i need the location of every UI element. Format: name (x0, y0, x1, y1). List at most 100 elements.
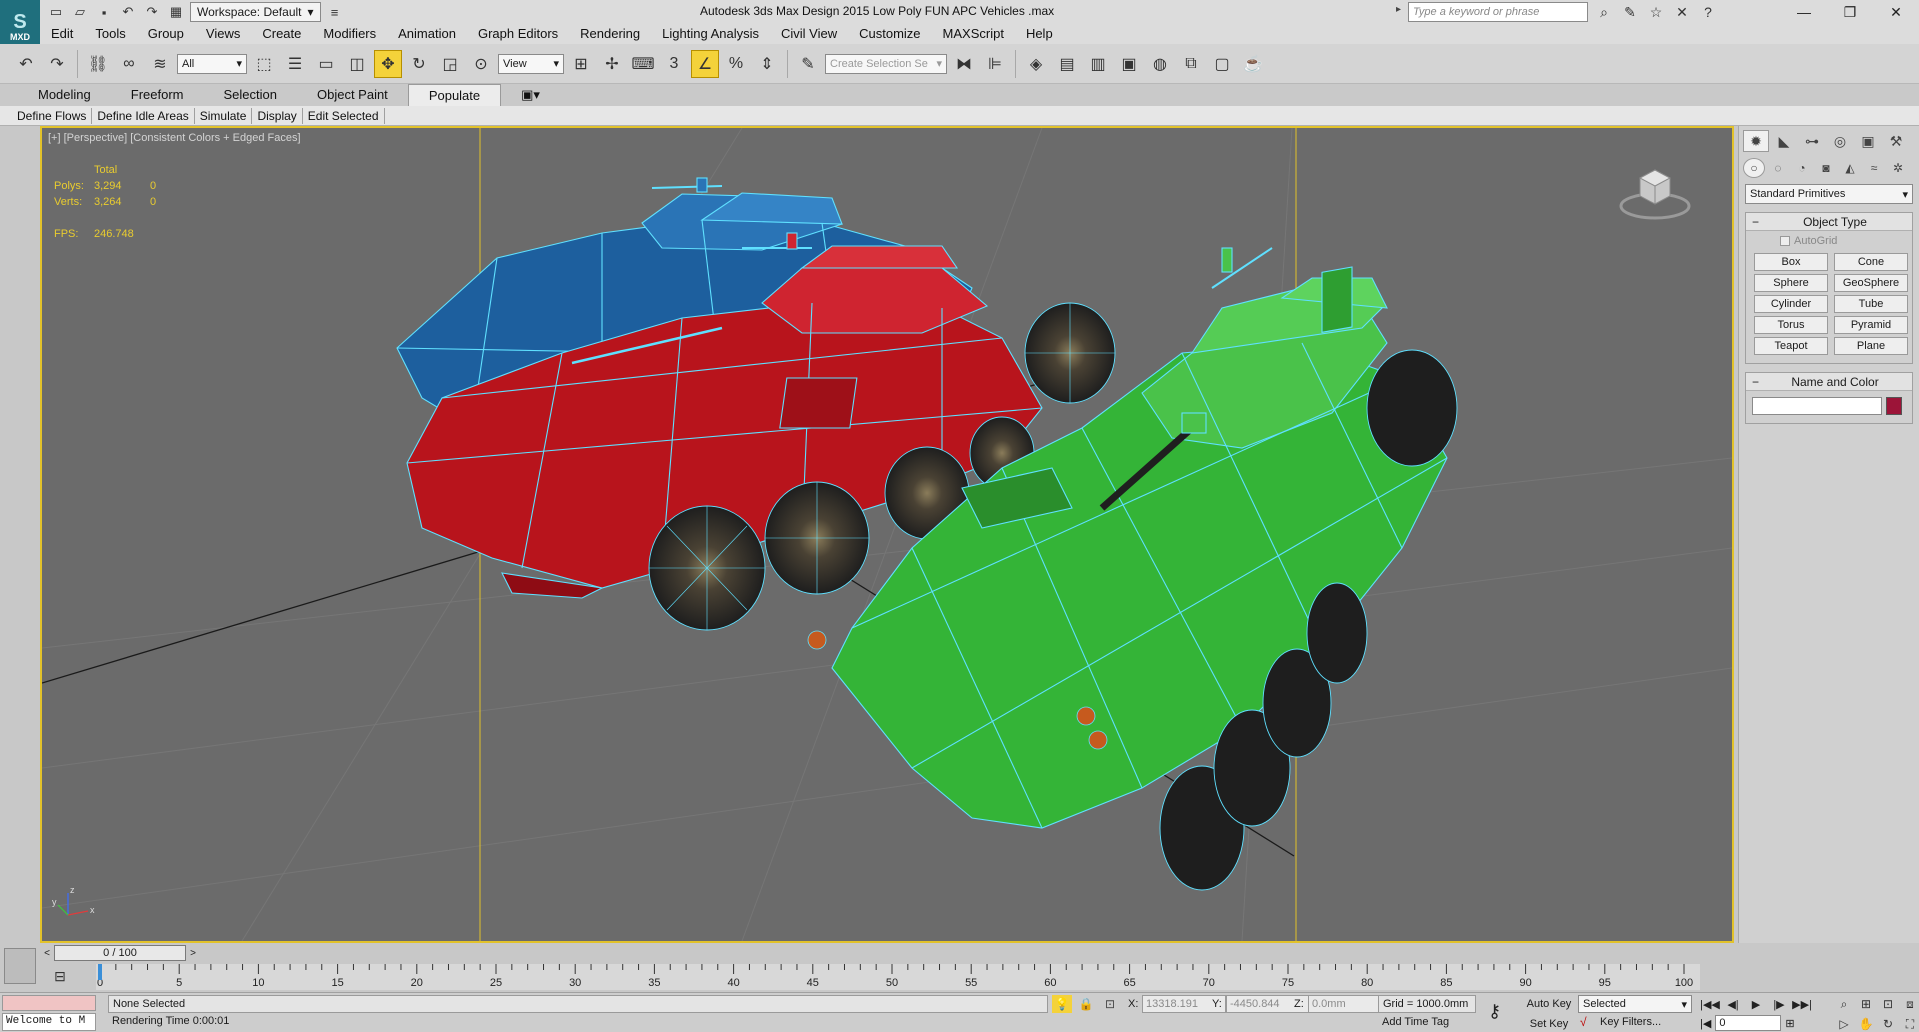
key-mode-toggle-icon[interactable]: |◀ (1700, 1017, 1711, 1030)
menu-help[interactable]: Help (1015, 24, 1064, 44)
cone-button[interactable]: Cone (1834, 253, 1908, 271)
field-of-view-icon[interactable]: ▷ (1834, 1015, 1854, 1032)
schematic-view-icon[interactable]: ▣ (1115, 50, 1143, 78)
menu-tools[interactable]: Tools (84, 24, 136, 44)
coord-z-field[interactable]: 0.0mm (1308, 995, 1380, 1013)
exchange-icon[interactable]: ✕ (1672, 2, 1692, 22)
menu-animation[interactable]: Animation (387, 24, 467, 44)
ribbon-options-icon[interactable]: ▣▾ (501, 84, 560, 106)
window-crossing-icon[interactable]: ◫ (343, 50, 371, 78)
play-icon[interactable]: ▶ (1746, 995, 1766, 1013)
curve-editor-toggle-icon[interactable]: ⊟ (48, 966, 72, 986)
ribbon-define-idle-areas[interactable]: Define Idle Areas (92, 107, 195, 124)
viewport-label[interactable]: [+] [Perspective] [Consistent Colors + E… (48, 132, 301, 144)
pan-icon[interactable]: ✋ (1856, 1015, 1876, 1032)
tube-button[interactable]: Tube (1834, 295, 1908, 313)
help-icon[interactable]: ? (1698, 2, 1718, 22)
orbit-icon[interactable]: ↻ (1878, 1015, 1898, 1032)
add-time-tag[interactable]: Add Time Tag (1378, 1015, 1476, 1029)
selection-filter-dropdown[interactable]: All ▾ (177, 53, 247, 74)
object-type-header[interactable]: − Object Type (1746, 213, 1912, 231)
rectangular-selection-icon[interactable]: ▭ (312, 50, 340, 78)
isolate-selection-icon[interactable]: 💡 (1052, 995, 1072, 1013)
restore-icon[interactable]: ❐ (1827, 0, 1873, 24)
menu-lighting-analysis[interactable]: Lighting Analysis (651, 24, 770, 44)
next-key-icon[interactable]: |▶ (1769, 995, 1789, 1013)
modify-panel-icon[interactable]: ◣ (1771, 130, 1797, 152)
absolute-mode-icon[interactable]: ⊡ (1100, 995, 1120, 1013)
select-and-move-icon[interactable]: ✥ (374, 49, 402, 78)
object-name-field[interactable] (1752, 397, 1882, 415)
motion-panel-icon[interactable]: ◎ (1827, 130, 1853, 152)
ribbon-simulate[interactable]: Simulate (195, 107, 253, 124)
menu-graph-editors[interactable]: Graph Editors (467, 24, 569, 44)
go-to-end-icon[interactable]: ▶▶| (1792, 995, 1812, 1013)
material-editor-icon[interactable]: ◍ (1146, 50, 1174, 78)
display-panel-icon[interactable]: ▣ (1855, 130, 1881, 152)
zoom-icon[interactable]: ⌕ (1834, 995, 1854, 1013)
perspective-viewport[interactable]: [+] [Perspective] [Consistent Colors + E… (40, 126, 1734, 943)
angle-snap-icon[interactable]: ∠ (691, 49, 719, 78)
autogrid-checkbox-box[interactable] (1780, 236, 1790, 246)
auto-key-button[interactable]: Auto Key (1524, 995, 1574, 1013)
menu-rendering[interactable]: Rendering (569, 24, 651, 44)
select-manipulate-icon[interactable]: ✢ (598, 50, 626, 78)
select-and-rotate-icon[interactable]: ↻ (405, 50, 433, 78)
time-configuration-icon[interactable]: ⊞ (1785, 1017, 1794, 1030)
select-and-place-icon[interactable]: ⊙ (467, 50, 495, 78)
bind-space-warp-icon[interactable]: ≋ (146, 50, 174, 78)
pivot-center-icon[interactable]: ⊞ (567, 50, 595, 78)
time-slider[interactable]: < 0 / 100 > (40, 943, 1734, 963)
spinner-snap-icon[interactable]: ⇕ (753, 50, 781, 78)
track-bar[interactable]: 0 5 10 15 20 25 30 35 40 45 50 55 60 65 70 75 80 85 90 95 10… (96, 964, 1700, 990)
geometry-icon[interactable]: ○ (1743, 158, 1765, 178)
select-by-name-icon[interactable]: ☰ (281, 50, 309, 78)
redo-icon[interactable]: ↷ (43, 50, 71, 78)
rendered-frame-window-icon[interactable]: ▢ (1208, 50, 1236, 78)
reference-coordinate-dropdown[interactable]: View ▾ (498, 53, 564, 74)
pyramid-button[interactable]: Pyramid (1834, 316, 1908, 334)
close-icon[interactable]: ✕ (1873, 0, 1919, 24)
named-selection-dropdown[interactable]: Create Selection Se ▾ (825, 53, 947, 74)
selection-lock-icon[interactable]: 🔒 (1076, 995, 1096, 1013)
tab-populate[interactable]: Populate (407, 83, 502, 107)
layer-manager-icon[interactable]: ◈ (1022, 50, 1050, 78)
maxscript-listener-input[interactable]: Welcome to M (2, 1013, 96, 1031)
utilities-panel-icon[interactable]: ⚒ (1883, 130, 1909, 152)
torus-button[interactable]: Torus (1754, 316, 1828, 334)
shapes-icon[interactable]: ◌ (1767, 158, 1789, 178)
object-color-swatch[interactable] (1886, 397, 1902, 415)
zoom-extents-icon[interactable]: ⊡ (1878, 995, 1898, 1013)
select-object-icon[interactable]: ⬚ (250, 50, 278, 78)
mirror-icon[interactable]: ⧓ (950, 50, 978, 78)
key-icon[interactable]: ⚷ (1488, 1001, 1501, 1022)
search-input[interactable]: Type a keyword or phrase (1408, 2, 1588, 22)
select-and-link-icon[interactable]: ⛓ (84, 50, 112, 78)
space-warps-icon[interactable]: ≈ (1863, 158, 1885, 178)
current-frame-field[interactable]: 0 (1715, 1015, 1782, 1031)
previous-key-icon[interactable]: ◀| (1723, 995, 1743, 1013)
ribbon-define-flows[interactable]: Define Flows (12, 107, 93, 124)
quick-access-menu-icon[interactable]: ≡ (325, 2, 345, 22)
align-icon[interactable]: ⊫ (981, 50, 1009, 78)
mini-listener-toggle[interactable] (4, 948, 36, 984)
maxscript-listener-output[interactable] (2, 995, 96, 1011)
cameras-icon[interactable]: ◙ (1815, 158, 1837, 178)
hierarchy-panel-icon[interactable]: ⊶ (1799, 130, 1825, 152)
select-and-scale-icon[interactable]: ◲ (436, 50, 464, 78)
next-frame-arrow-icon[interactable]: > (186, 945, 200, 961)
minimize-icon[interactable]: — (1781, 0, 1827, 24)
render-setup-icon[interactable]: ⧉ (1177, 50, 1205, 78)
binoculars-icon[interactable]: ⌕ (1594, 2, 1614, 22)
keyboard-shortcut-override-icon[interactable]: ⌨ (629, 50, 657, 78)
viewcube-icon[interactable] (1618, 158, 1692, 224)
menu-modifiers[interactable]: Modifiers (312, 24, 387, 44)
viewport-scene[interactable] (42, 128, 1732, 941)
undo-icon[interactable]: ↶ (118, 2, 138, 22)
save-file-icon[interactable]: ▪ (94, 2, 114, 22)
menu-edit[interactable]: Edit (40, 24, 84, 44)
zoom-all-icon[interactable]: ⊞ (1856, 995, 1876, 1013)
primitive-category-dropdown[interactable]: Standard Primitives ▾ (1745, 184, 1913, 204)
cylinder-button[interactable]: Cylinder (1754, 295, 1828, 313)
menu-create[interactable]: Create (251, 24, 312, 44)
